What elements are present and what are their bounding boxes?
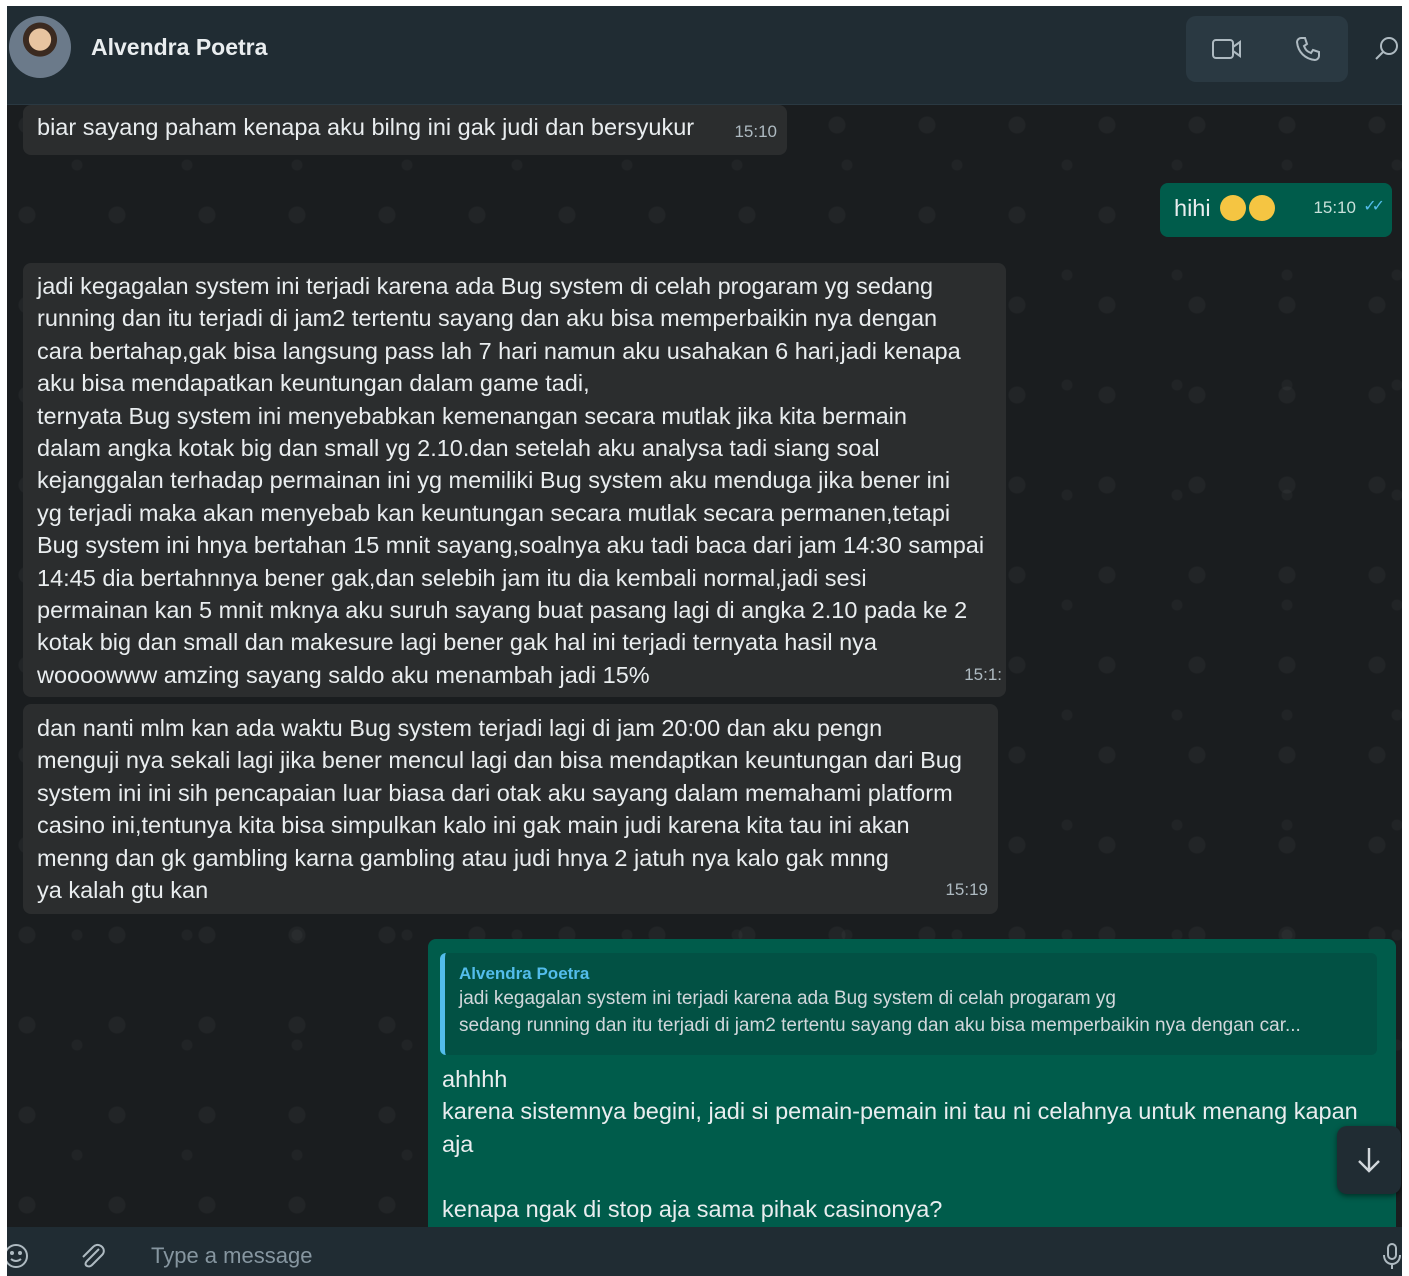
message-composer xyxy=(7,1227,1402,1276)
incoming-message[interactable]: biar sayang paham kenapa aku bilng ini g… xyxy=(23,105,787,155)
grinning-squinting-face-icon xyxy=(1249,195,1276,221)
quoted-message[interactable]: Alvendra Poetra jadi kegagalan system in… xyxy=(440,953,1377,1055)
quoted-author: Alvendra Poetra xyxy=(459,964,590,983)
message-text: ahhhh karena sistemnya begini, jadi si p… xyxy=(442,1066,1358,1222)
search-icon xyxy=(1375,37,1398,60)
outgoing-message[interactable]: Alvendra Poetra jadi kegagalan system in… xyxy=(428,939,1396,1227)
read-receipt-icon: ✓✓ xyxy=(1363,197,1385,215)
scroll-to-bottom-button[interactable] xyxy=(1337,1126,1401,1194)
incoming-message[interactable]: jadi kegagalan system ini terjadi karena… xyxy=(23,263,1006,697)
chat-window: Alvendra Poetra biar sayang paham kenapa… xyxy=(7,6,1402,1276)
incoming-message[interactable]: dan nanti mlm kan ada waktu Bug system t… xyxy=(23,704,998,914)
call-button-group xyxy=(1186,16,1348,82)
microphone-icon xyxy=(1383,1243,1401,1269)
emoji-button[interactable] xyxy=(7,1241,31,1271)
avatar[interactable] xyxy=(9,16,71,78)
microphone-button[interactable] xyxy=(1377,1241,1402,1271)
message-text: jadi kegagalan system ini terjadi karena… xyxy=(37,273,985,688)
message-input[interactable] xyxy=(143,1239,1359,1273)
grinning-squinting-face-icon xyxy=(1220,195,1247,221)
video-call-icon xyxy=(1211,39,1241,59)
message-time: 15:10 xyxy=(1313,197,1356,217)
search-button[interactable] xyxy=(1372,34,1402,64)
contact-name[interactable]: Alvendra Poetra xyxy=(91,34,267,61)
message-time: 15:1: xyxy=(964,664,1002,684)
message-time: 15:10 xyxy=(734,121,777,141)
message-text: dan nanti mlm kan ada waktu Bug system t… xyxy=(37,715,962,904)
voice-call-icon xyxy=(1295,37,1320,62)
message-text: biar sayang paham kenapa aku bilng ini g… xyxy=(37,114,695,140)
attach-button[interactable] xyxy=(77,1241,107,1271)
quoted-text: jadi kegagalan system ini terjadi karena… xyxy=(459,988,1301,1036)
chat-header: Alvendra Poetra xyxy=(7,6,1402,105)
message-time: 15:19 xyxy=(945,879,988,899)
voice-call-button[interactable] xyxy=(1267,16,1348,82)
message-text: hihi xyxy=(1174,195,1211,221)
smiley-icon xyxy=(7,1244,28,1268)
outgoing-message[interactable]: hihi 15:10 ✓✓ xyxy=(1160,183,1392,237)
arrow-down-icon xyxy=(1358,1148,1380,1173)
paperclip-icon xyxy=(82,1243,105,1268)
video-call-button[interactable] xyxy=(1186,16,1267,82)
message-list[interactable]: biar sayang paham kenapa aku bilng ini g… xyxy=(7,105,1402,1227)
